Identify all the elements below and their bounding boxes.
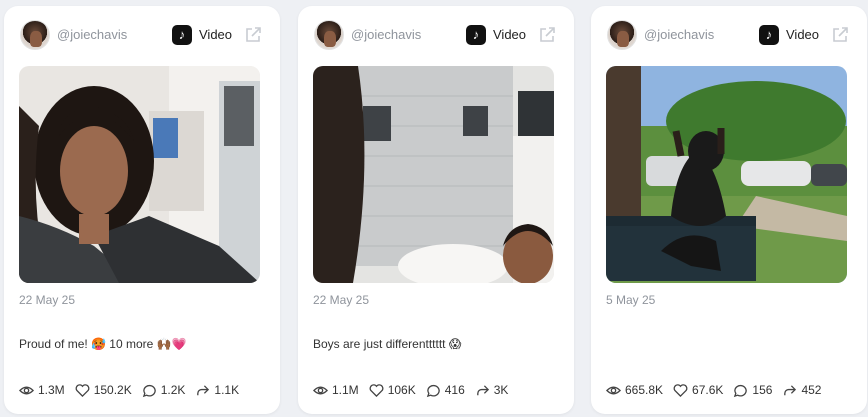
card-header: @joiechavis ♪ Video [298,20,574,52]
post-stats: 1.1M 106K 416 3K [313,382,508,398]
comment-icon [734,384,748,397]
shares-stat: 452 [782,383,821,398]
views-stat: 1.1M [313,383,359,398]
card-header: @joiechavis ♪ Video [4,20,280,52]
avatar[interactable] [314,20,344,50]
post-thumbnail[interactable] [606,66,847,283]
post-card[interactable]: @joiechavis ♪ Video 5 May 25 665.8K 67.6… [591,6,867,414]
comment-icon [426,384,440,397]
tiktok-icon: ♪ [466,25,486,45]
heart-icon [673,383,688,397]
post-type-label: Video [199,27,233,42]
comments-stat: 1.2K [142,383,186,398]
post-date: 22 May 25 [19,293,76,307]
card-header: @joiechavis ♪ Video [591,20,867,52]
shares-count: 3K [493,383,509,397]
comments-stat: 156 [733,383,772,398]
post-card[interactable]: @joiechavis ♪ Video 22 May 25 Proud of m… [4,6,280,414]
eye-icon [19,386,34,394]
comments-count: 416 [444,383,465,397]
likes-stat: 106K [369,383,416,398]
username[interactable]: @joiechavis [351,27,421,42]
shares-stat: 1.1K [195,383,239,398]
external-link-icon[interactable] [244,26,262,44]
username[interactable]: @joiechavis [57,27,127,42]
post-type-label: Video [493,27,527,42]
share-icon [784,384,797,395]
views-count: 1.3M [38,383,65,397]
shares-stat: 3K [475,383,509,398]
eye-icon [313,386,328,394]
thumbnail-image [606,66,847,283]
heart-icon [75,383,90,397]
share-icon [197,384,210,395]
views-stat: 665.8K [606,383,663,398]
likes-count: 106K [387,383,416,397]
post-date: 5 May 25 [606,293,656,307]
comment-icon [142,384,156,397]
eye-icon [606,386,621,394]
comments-count: 1.2K [160,383,186,397]
views-stat: 1.3M [19,383,65,398]
post-date: 22 May 25 [313,293,370,307]
tiktok-icon: ♪ [759,25,779,45]
comments-count: 156 [752,383,773,397]
external-link-icon[interactable] [831,26,849,44]
tiktok-icon: ♪ [172,25,192,45]
external-link-icon[interactable] [538,26,556,44]
shares-count: 452 [801,383,822,397]
likes-count: 150.2K [93,383,132,397]
post-card[interactable]: @joiechavis ♪ Video 22 May 25 Boys are j… [298,6,574,414]
post-stats: 1.3M 150.2K 1.2K 1.1K [19,382,239,398]
post-thumbnail[interactable] [19,66,260,283]
post-stats: 665.8K 67.6K 156 452 [606,382,821,398]
views-count: 665.8K [625,383,664,397]
avatar[interactable] [607,20,637,50]
shares-count: 1.1K [214,383,240,397]
post-thumbnail[interactable] [313,66,554,283]
post-caption: Boys are just differentttttt 😱 [313,337,462,351]
likes-stat: 67.6K [673,383,723,398]
likes-stat: 150.2K [75,383,132,398]
comments-stat: 416 [426,383,465,398]
share-icon [476,384,489,395]
views-count: 1.1M [332,383,359,397]
likes-count: 67.6K [692,383,724,397]
avatar[interactable] [20,20,50,50]
thumbnail-image [19,66,260,283]
thumbnail-image [313,66,554,283]
post-caption: Proud of me! 🥵 10 more 🙌🏾💗 [19,337,187,351]
heart-icon [369,383,384,397]
post-type-label: Video [786,27,820,42]
username[interactable]: @joiechavis [644,27,714,42]
